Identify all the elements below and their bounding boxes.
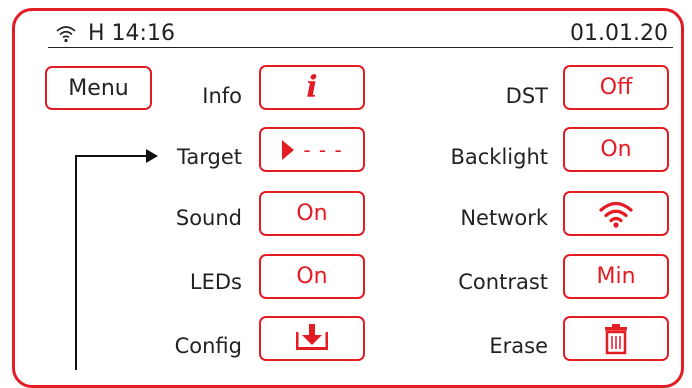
frame-edge-mark (681, 352, 684, 364)
pointer-arrow (75, 149, 158, 370)
